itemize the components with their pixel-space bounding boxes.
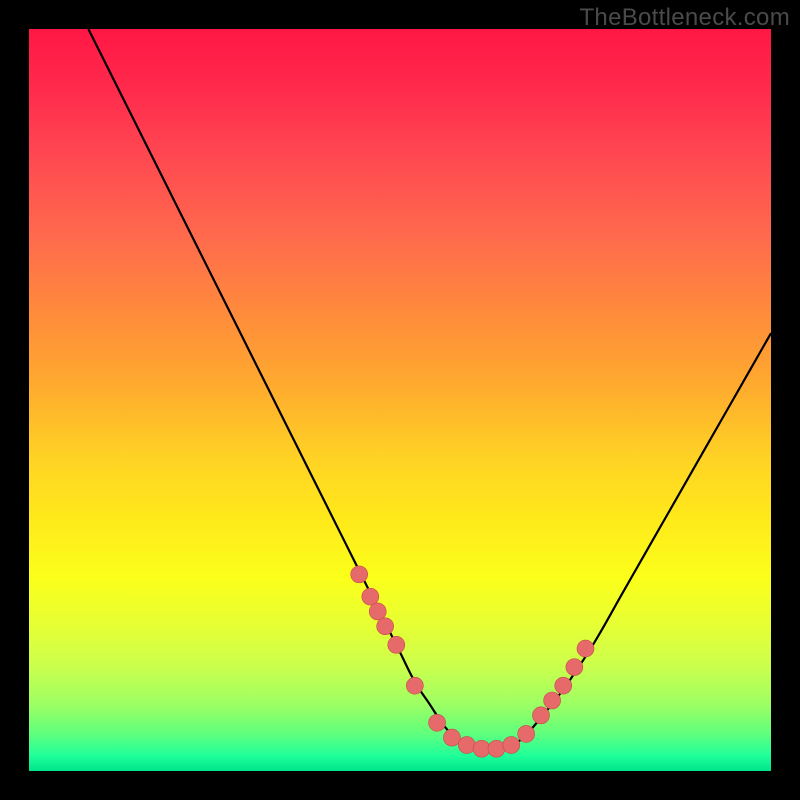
data-marker (388, 636, 405, 653)
data-marker (443, 729, 460, 746)
data-marker (518, 725, 535, 742)
data-marker (566, 659, 583, 676)
data-marker (555, 677, 572, 694)
marker-group (351, 566, 594, 757)
data-marker (577, 640, 594, 657)
data-marker (488, 740, 505, 757)
data-marker (362, 588, 379, 605)
data-marker (406, 677, 423, 694)
data-marker (503, 737, 520, 754)
watermark-text: TheBottleneck.com (579, 4, 790, 32)
data-marker (351, 566, 368, 583)
chart-frame: TheBottleneck.com (0, 0, 800, 800)
data-marker (532, 707, 549, 724)
data-marker (369, 603, 386, 620)
data-marker (458, 737, 475, 754)
data-marker (429, 714, 446, 731)
data-marker (473, 740, 490, 757)
curve-layer (29, 29, 771, 771)
data-marker (544, 692, 561, 709)
data-marker (377, 618, 394, 635)
bottleneck-curve (88, 29, 771, 749)
